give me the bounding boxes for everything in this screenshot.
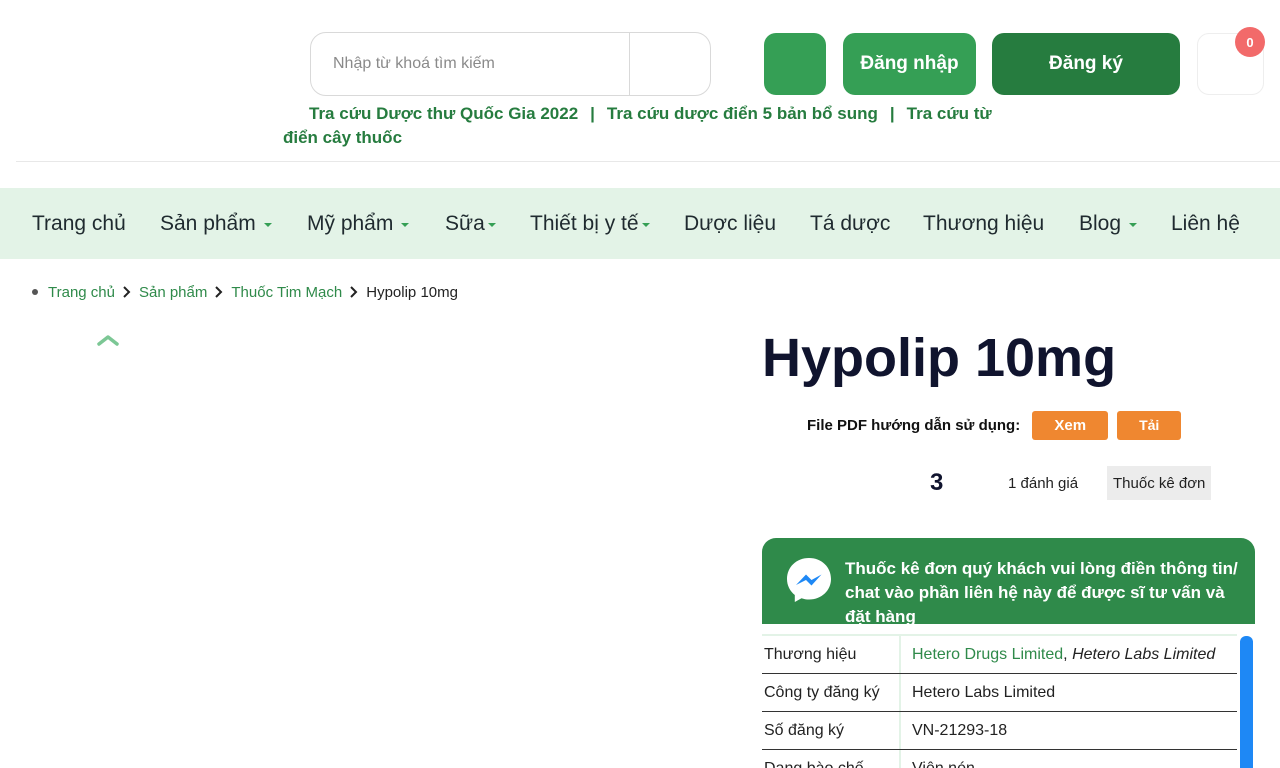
info-key: Số đăng ký	[762, 712, 901, 749]
info-value: Viên nén	[912, 759, 975, 768]
nav-item-herbal[interactable]: Dược liệu	[684, 188, 776, 259]
chevron-right-icon	[207, 286, 231, 298]
brand-separator: ,	[1063, 645, 1073, 663]
table-row: Công ty đăng ký Hetero Labs Limited	[762, 674, 1237, 712]
nav-item-label: Trang chủ	[32, 211, 126, 235]
nav-item-products[interactable]: Sản phẩm	[160, 188, 272, 259]
nav-item-label: Sữa	[445, 211, 485, 235]
rating-row: 3 1 đánh giá Thuốc kê đơn	[930, 466, 1212, 500]
table-scrollbar[interactable]	[1240, 636, 1253, 768]
info-value: Hetero Drugs Limited, Hetero Labs Limite…	[901, 646, 1215, 664]
chevron-up-icon[interactable]	[96, 332, 120, 348]
product-title: Hypolip 10mg	[762, 328, 1117, 388]
nav-item-label: Mỹ phẩm	[307, 211, 394, 235]
main-nav: Trang chủ Sản phẩm Mỹ phẩm Sữa Thiết bị …	[0, 188, 1280, 259]
info-value: VN-21293-18	[912, 721, 1008, 739]
quick-link-duoc-thu[interactable]: Tra cứu Dược thư Quốc Gia 2022	[309, 104, 578, 123]
cart-count-badge: 0	[1235, 27, 1265, 57]
chevron-right-icon	[342, 286, 366, 298]
brand-link[interactable]: Hetero Drugs Limited	[912, 646, 1063, 663]
rating-count[interactable]: 1 đánh giá	[1008, 475, 1107, 492]
search-submit-button[interactable]	[764, 33, 826, 95]
quick-link-separator: |	[889, 104, 895, 123]
caret-down-icon	[1129, 222, 1138, 227]
info-key: Thương hiệu	[762, 636, 901, 673]
view-pdf-button[interactable]: Xem	[1032, 410, 1109, 440]
info-key: Dạng bào chế	[762, 750, 901, 768]
prescription-badge: Thuốc kê đơn	[1107, 466, 1212, 500]
nav-item-label: Sản phẩm	[160, 211, 256, 235]
search-input[interactable]	[311, 33, 629, 95]
nav-item-blog[interactable]: Blog	[1079, 188, 1138, 259]
caret-down-icon	[641, 222, 650, 227]
nav-item-cosmetics[interactable]: Mỹ phẩm	[307, 188, 410, 259]
quick-link-separator: |	[590, 104, 595, 123]
register-button[interactable]: Đăng ký	[992, 33, 1180, 95]
nav-item-home[interactable]: Trang chủ	[32, 188, 126, 259]
info-value: Hetero Labs Limited	[912, 683, 1056, 701]
nav-item-medical-devices[interactable]: Thiết bị y tế	[530, 188, 650, 259]
nav-item-label: Thiết bị y tế	[530, 211, 639, 235]
nav-item-contact[interactable]: Liên hệ	[1171, 188, 1240, 259]
pdf-label: File PDF hướng dẫn sử dụng:	[807, 416, 1021, 434]
header-divider	[16, 161, 1280, 162]
table-row: Dạng bào chế Viên nén	[762, 750, 1237, 768]
nav-item-label: Blog	[1079, 211, 1122, 235]
breadcrumb: Trang chủ Sản phẩm Thuốc Tim Mạch Hypoli…	[32, 282, 458, 302]
pdf-row: File PDF hướng dẫn sử dụng: Xem Tải	[807, 410, 1182, 440]
nav-item-label: Tá dược	[810, 211, 891, 235]
breadcrumb-bullet	[32, 289, 38, 295]
nav-item-label: Thương hiệu	[923, 211, 1045, 235]
messenger-icon	[784, 555, 834, 605]
caret-down-icon	[487, 222, 496, 227]
table-row: Thương hiệu Hetero Drugs Limited, Hetero…	[762, 636, 1237, 674]
prescription-notice[interactable]: Thuốc kê đơn quý khách vui lòng điền thô…	[762, 538, 1255, 624]
download-pdf-button[interactable]: Tải	[1117, 410, 1182, 440]
nav-item-brands[interactable]: Thương hiệu	[923, 188, 1044, 259]
product-info-table: Thương hiệu Hetero Drugs Limited, Hetero…	[762, 634, 1237, 768]
info-key: Công ty đăng ký	[762, 674, 901, 711]
chevron-right-icon	[115, 286, 139, 298]
rating-value: 3	[930, 469, 944, 496]
table-row: Số đăng ký VN-21293-18	[762, 712, 1237, 750]
nav-item-excipients[interactable]: Tá dược	[810, 188, 890, 259]
quick-link-duoc-dien[interactable]: Tra cứu dược điển 5 bản bổ sung	[607, 104, 878, 123]
nav-item-label: Dược liệu	[684, 211, 777, 235]
breadcrumb-home[interactable]: Trang chủ	[48, 284, 115, 301]
nav-item-milk[interactable]: Sữa	[445, 188, 496, 259]
notice-text: Thuốc kê đơn quý khách vui lòng điền thô…	[845, 559, 1238, 624]
nav-item-label: Liên hệ	[1171, 211, 1240, 235]
search-button[interactable]	[630, 33, 710, 95]
caret-down-icon	[401, 222, 410, 227]
search-box	[310, 32, 711, 96]
breadcrumb-products[interactable]: Sản phẩm	[139, 284, 207, 301]
brand-secondary: Hetero Labs Limited	[1072, 645, 1216, 663]
caret-down-icon	[263, 222, 272, 227]
login-button[interactable]: Đăng nhập	[843, 33, 976, 95]
site-header: Đăng nhập Đăng ký 0 Tra cứu Dược thư Quố…	[0, 0, 1280, 162]
breadcrumb-current: Hypolip 10mg	[366, 283, 458, 301]
quick-links: Tra cứu Dược thư Quốc Gia 2022 | Tra cứu d…	[283, 102, 1013, 150]
breadcrumb-category[interactable]: Thuốc Tim Mạch	[231, 284, 342, 301]
